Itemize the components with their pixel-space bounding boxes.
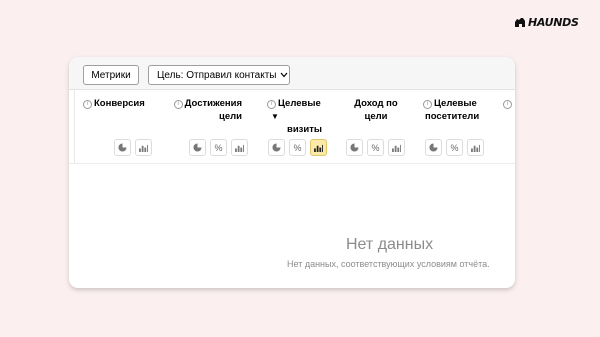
column-title: Конверсия bbox=[94, 98, 145, 109]
bar-chart-icon[interactable] bbox=[135, 139, 152, 156]
column-header-goal-visits[interactable]: i Целевые ▼ визиты bbox=[267, 97, 333, 136]
pie-chart-icon[interactable] bbox=[425, 139, 442, 156]
report-card: Метрики Цель: Отправил контакты i Конверс… bbox=[69, 57, 515, 288]
metrics-button[interactable]: Метрики bbox=[83, 65, 139, 85]
goal-select-label: Цель: Отправил контакты bbox=[157, 69, 277, 81]
column-title: Достижения bbox=[184, 98, 242, 109]
bar-chart-icon[interactable] bbox=[388, 139, 405, 156]
column-title-line2: посетители bbox=[425, 111, 480, 122]
report-toolbar: Метрики Цель: Отправил контакты bbox=[69, 57, 515, 90]
empty-state-title: Нет данных bbox=[346, 236, 434, 253]
info-icon[interactable]: i bbox=[423, 100, 432, 109]
bar-chart-icon[interactable] bbox=[231, 139, 248, 156]
empty-state-subtitle: Нет данных, соответствующих условиям отч… bbox=[287, 259, 490, 269]
percent-icon[interactable]: % bbox=[210, 139, 227, 156]
brand-logo: HAUNDS bbox=[514, 16, 579, 29]
metrics-button-label: Метрики bbox=[91, 69, 131, 81]
info-icon[interactable]: i bbox=[503, 100, 512, 109]
pie-chart-icon[interactable] bbox=[189, 139, 206, 156]
header-divider bbox=[69, 163, 515, 164]
goal-select[interactable]: Цель: Отправил контакты bbox=[148, 65, 290, 85]
brand-name: HAUNDS bbox=[528, 16, 579, 29]
pie-chart-icon[interactable] bbox=[268, 139, 285, 156]
bar-chart-icon-active[interactable] bbox=[310, 139, 327, 156]
column-header-goal-visitors[interactable]: i Целевые посетители bbox=[423, 97, 503, 123]
column-title: Целевые bbox=[278, 98, 321, 109]
column-header-goal-revenue[interactable]: Доход по цели bbox=[351, 97, 401, 123]
column-title: Доход по bbox=[354, 98, 398, 109]
percent-icon[interactable]: % bbox=[446, 139, 463, 156]
column-header-conversion[interactable]: i Конверсия bbox=[83, 97, 145, 110]
column-title-line2: визиты bbox=[287, 124, 323, 135]
column-header-next[interactable]: i bbox=[503, 97, 514, 110]
bar-chart-icon[interactable] bbox=[467, 139, 484, 156]
column-title-line2: цели bbox=[219, 111, 242, 122]
percent-icon[interactable]: % bbox=[367, 139, 384, 156]
column-title-line2: цели bbox=[364, 111, 388, 122]
column-title: Целевые bbox=[434, 98, 477, 109]
dog-icon bbox=[515, 18, 525, 27]
info-icon[interactable]: i bbox=[173, 100, 183, 109]
chevron-down-icon bbox=[280, 70, 288, 81]
info-icon[interactable]: i bbox=[267, 100, 276, 109]
percent-icon[interactable]: % bbox=[289, 139, 306, 156]
column-header-goal-reaches[interactable]: i Достижения цели bbox=[172, 97, 242, 123]
chart-toggle-row: % % % % bbox=[69, 139, 515, 156]
pie-chart-icon[interactable] bbox=[114, 139, 131, 156]
sort-desc-icon[interactable]: ▼ bbox=[271, 112, 279, 121]
pie-chart-icon[interactable] bbox=[346, 139, 363, 156]
info-icon[interactable]: i bbox=[83, 100, 92, 109]
